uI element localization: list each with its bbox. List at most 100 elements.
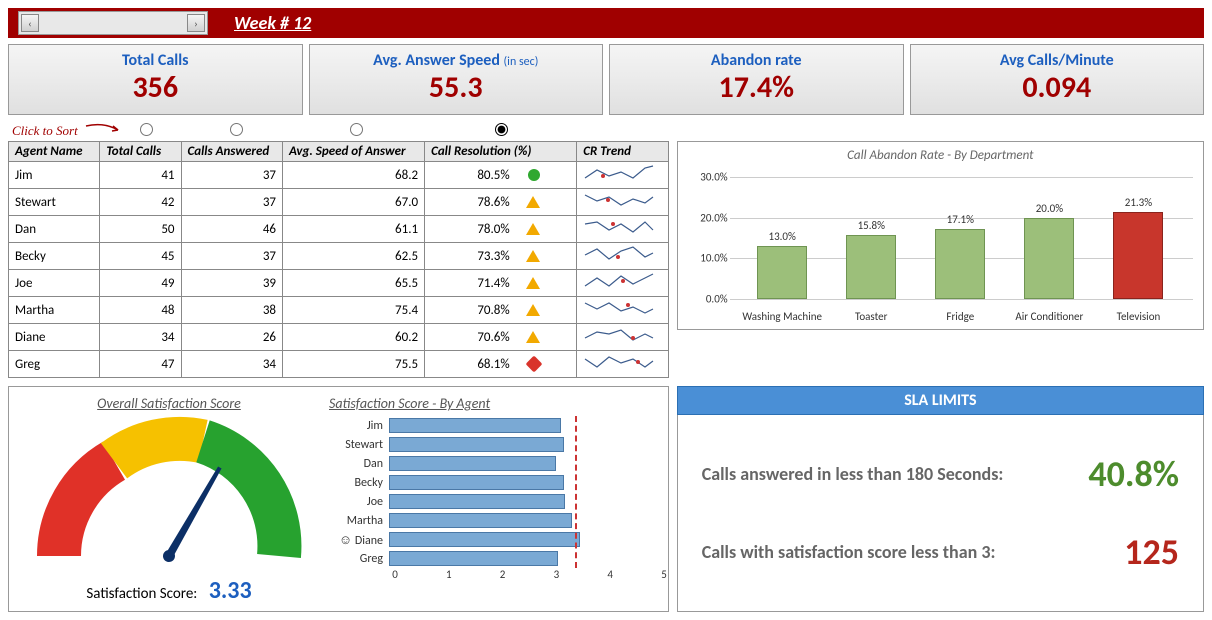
avg-speed: 65.5 [283,270,425,297]
table-row: Martha483875.470.8% [9,297,669,324]
y-tick-label: 10.0% [688,252,728,265]
abandon-bar [1113,212,1163,299]
category-label: Television [1094,310,1183,323]
call-resolution: 68.1% [425,351,577,378]
total-calls: 47 [100,351,181,378]
sat-bar-row: Joe [329,492,658,511]
gauge-label-row: Satisfaction Score: 3.33 [19,576,319,605]
kpi-value: 0.094 [915,70,1200,106]
week-scrollbar[interactable]: ‹ › [18,11,208,35]
goal-line [575,416,577,568]
call-resolution: 80.5% [425,162,577,189]
cr-trend [577,189,668,216]
abandon-bar [846,235,896,299]
table-row: Becky453762.573.3% [9,243,669,270]
table-header-cell: Call Resolution (%) [425,142,577,162]
x-tick-label: 4 [607,568,613,581]
table-header-cell: Agent Name [9,142,100,162]
gauge-score-value: 3.33 [209,576,252,605]
sat-agent-name: Becky [329,476,389,490]
abandon-bar [935,229,985,299]
cr-trend [577,351,668,378]
call-resolution: 70.6% [425,324,577,351]
sat-bar [389,551,558,566]
bar-value-label: 15.8% [836,219,906,232]
sat-bar-row: Greg [329,549,658,568]
table-header-cell: Avg. Speed of Answer [283,142,425,162]
sort-radio[interactable] [230,123,243,136]
sort-radio[interactable] [495,123,508,136]
sat-bar [389,532,580,547]
agent-name: Dan [9,216,100,243]
calls-answered: 38 [181,297,282,324]
abandon-chart-panel: Call Abandon Rate - By Department 0.0%10… [677,141,1204,330]
calls-answered: 26 [181,324,282,351]
x-tick-label: 1 [446,568,452,581]
smile-icon: ☺ [339,533,352,548]
sla-header: SLA LIMITS [677,386,1204,415]
kpi-avg-calls-minute: Avg Calls/Minute 0.094 [910,44,1205,115]
agent-name: Jim [9,162,100,189]
gauge-needle [161,465,225,565]
status-icon [528,169,540,181]
sat-bar-row: Martha [329,511,658,530]
y-tick-label: 30.0% [688,171,728,184]
call-resolution: 78.0% [425,216,577,243]
table-row: Stewart423767.078.6% [9,189,669,216]
sla-row-answered: Calls answered in less than 180 Seconds:… [702,452,1179,496]
sort-hint-row: Click to Sort [8,121,1204,141]
sla-lowsat-value: 125 [1124,530,1179,574]
avg-speed: 61.1 [283,216,425,243]
total-calls: 41 [100,162,181,189]
table-header-row: Agent NameTotal CallsCalls AnsweredAvg. … [9,142,669,162]
abandon-chart: 0.0%10.0%20.0%30.0%13.0%15.8%17.1%20.0%2… [688,165,1193,325]
kpi-avg-answer-speed: Avg. Answer Speed (in sec) 55.3 [309,44,604,115]
scroll-right-button[interactable]: › [187,14,205,32]
calls-answered: 34 [181,351,282,378]
sla-answered-value: 40.8% [1088,452,1179,496]
scroll-left-button[interactable]: ‹ [21,14,39,32]
y-tick-label: 20.0% [688,211,728,224]
calls-answered: 46 [181,216,282,243]
sat-by-agent-panel: Satisfaction Score - By Agent JimStewart… [329,395,658,605]
cr-trend [577,162,668,189]
category-label: Air Conditioner [1005,310,1094,323]
cr-trend [577,243,668,270]
gauge-chart [29,416,309,566]
avg-speed: 67.0 [283,189,425,216]
gauge-panel: Overall Satisfaction Score Satisfaction … [19,395,319,605]
x-tick-label: 0 [392,568,398,581]
kpi-title: Avg Calls/Minute [1000,51,1114,70]
bar-value-label: 13.0% [747,230,817,243]
sat-bar-row: Dan [329,454,658,473]
table-row: Joe493965.571.4% [9,270,669,297]
agent-name: Greg [9,351,100,378]
total-calls: 45 [100,243,181,270]
total-calls: 34 [100,324,181,351]
sat-bar [389,494,565,509]
calls-answered: 39 [181,270,282,297]
avg-speed: 68.2 [283,162,425,189]
sla-row-lowsat: Calls with satisfaction score less than … [702,530,1179,574]
kpi-value: 356 [13,70,298,106]
sat-agent-name: ☺ Diane [329,532,389,548]
sat-bar-row: ☺ Diane [329,530,658,549]
x-tick-label: 5 [661,568,667,581]
avg-speed: 75.5 [283,351,425,378]
kpi-row: Total Calls 356 Avg. Answer Speed (in se… [8,44,1204,115]
bar-value-label: 20.0% [1014,202,1084,215]
sat-axis: 012345 [395,568,658,588]
total-calls: 42 [100,189,181,216]
status-icon [526,277,540,289]
sort-radio[interactable] [350,123,363,136]
table-row: Jim413768.280.5% [9,162,669,189]
sat-bar-row: Becky [329,473,658,492]
table-row: Greg473475.568.1% [9,351,669,378]
sat-agent-name: Dan [329,457,389,471]
call-resolution: 71.4% [425,270,577,297]
sat-agent-name: Joe [329,495,389,509]
call-resolution: 73.3% [425,243,577,270]
sla-panel: SLA LIMITS Calls answered in less than 1… [677,386,1204,612]
sort-radio[interactable] [140,123,153,136]
bar-value-label: 21.3% [1103,196,1173,209]
